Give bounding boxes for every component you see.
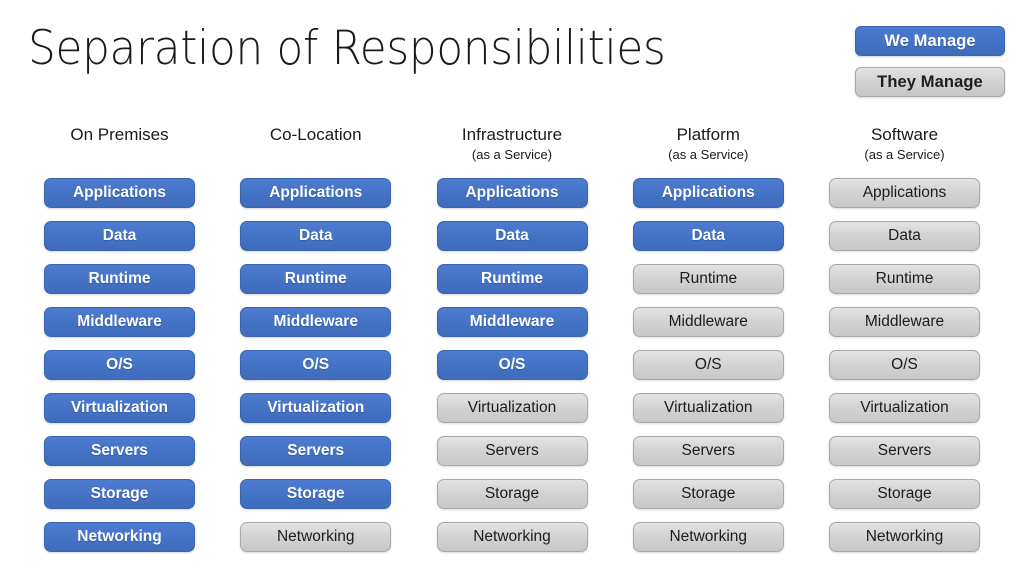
legend-we-manage: We Manage [855,26,1005,56]
layer-cell: O/S [829,350,980,380]
layer-cell: Data [44,221,195,251]
layer-cell: Applications [44,178,195,208]
layer-cell: O/S [632,350,784,380]
column-subtitle: (as a Service) [668,147,749,162]
matrix-column: On Premises Applications Data Runtime Middle… [44,124,195,565]
column-header: On Premises [44,124,195,168]
layer-cell: O/S [240,350,392,380]
layer-cell: Applications [829,178,980,208]
layer-cell: Storage [632,479,784,509]
layer-cell: Runtime [632,264,784,294]
matrix-column: Platform (as a Service) Applications Data Ru… [632,124,784,565]
layer-cell: Data [436,221,588,251]
layer-cell: Networking [44,522,195,552]
layer-cell: Data [632,221,784,251]
column-subtitle: (as a Service) [864,147,945,162]
responsibility-matrix: On Premises Applications Data Runtime Middle… [44,124,980,565]
column-header: Infrastructure (as a Service) [437,124,588,168]
column-subtitle: (as a Service) [471,147,553,162]
layer-cell: Runtime [44,264,195,294]
layer-cell: Applications [632,178,784,208]
legend-they-manage: They Manage [855,67,1005,97]
layer-cell: O/S [436,350,588,380]
layer-cell: Networking [240,522,392,552]
layer-cell: Virtualization [44,393,195,423]
layer-cell: Servers [829,436,980,466]
layer-cell: Middleware [632,307,784,337]
layer-cell: Servers [632,436,784,466]
column-title: Co-Location [269,125,362,144]
layer-cell: Storage [436,479,588,509]
layer-cell: Middleware [240,307,392,337]
layer-cell: Storage [240,479,392,509]
column-header: Co-Location [240,124,391,168]
layer-cell: Storage [44,479,195,509]
layer-cell: Applications [436,178,588,208]
column-title: Software [870,125,939,144]
layer-cell: Runtime [436,264,588,294]
matrix-column: Co-Location Applications Data Runtime Middle… [240,124,392,565]
column-header: Platform (as a Service) [633,124,784,168]
layer-cell: Applications [240,178,392,208]
layer-cell: Virtualization [632,393,784,423]
layer-cell: Virtualization [436,393,588,423]
page-title: Separation of Responsibilities [28,21,666,76]
column-title: Platform [676,125,740,144]
layer-cell: Networking [632,522,784,552]
layer-cell: Runtime [240,264,392,294]
layer-cell: Virtualization [829,393,980,423]
legend: We Manage They Manage [855,26,1007,97]
layer-cell: Servers [44,436,195,466]
column-header: Software (as a Service) [829,124,980,168]
layer-cell: Middleware [436,307,588,337]
layer-cell: Networking [829,522,980,552]
layer-cell: Storage [829,479,980,509]
layer-cell: Servers [240,436,392,466]
layer-cell: Networking [436,522,588,552]
layer-cell: O/S [44,350,195,380]
column-title: Infrastructure [461,125,563,144]
layer-cell: Servers [436,436,588,466]
layer-cell: Virtualization [240,393,392,423]
layer-cell: Runtime [829,264,980,294]
layer-cell: Data [240,221,392,251]
layer-cell: Middleware [44,307,195,337]
layer-cell: Data [829,221,980,251]
layer-cell: Middleware [829,307,980,337]
matrix-column: Infrastructure (as a Service) Applications… [436,124,588,565]
matrix-column: Software (as a Service) Applications Data Ru… [829,124,980,565]
column-subtitle [44,146,195,164]
column-subtitle [240,146,391,164]
column-title: On Premises [70,125,169,144]
